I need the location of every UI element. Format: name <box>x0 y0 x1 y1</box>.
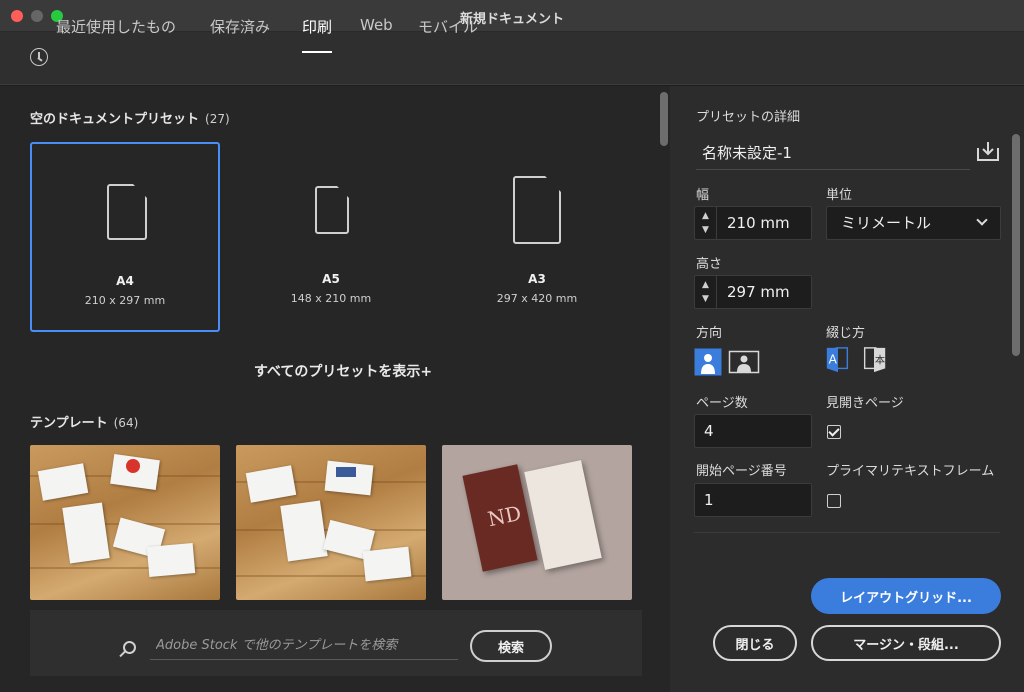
orientation-label: 方向 <box>696 326 723 341</box>
save-preset-icon[interactable] <box>976 140 1000 162</box>
stock-search-input[interactable] <box>150 632 458 660</box>
templates-count: (64) <box>113 416 139 430</box>
templates-title: テンプレート <box>30 416 108 431</box>
template-business-card-2[interactable] <box>236 445 426 600</box>
tab-web[interactable]: Web <box>360 16 393 53</box>
blank-presets-title: 空のドキュメントプリセット <box>30 112 200 127</box>
preset-details-panel: プリセットの詳細 名称未設定-1 幅 ▲ ▼ 210 mm 単位 ミリメートル 高… <box>670 86 1024 692</box>
blank-presets-count: (27) <box>205 112 230 126</box>
preset-name: A3 <box>528 272 546 286</box>
preset-browser-scrollbar[interactable] <box>660 92 668 146</box>
show-all-presets-link[interactable]: すべてのプリセットを表示+ <box>0 361 686 381</box>
margins-columns-button[interactable]: マージン・段組... <box>811 625 1001 661</box>
svg-text:A: A <box>829 353 838 367</box>
preset-details-heading: プリセットの詳細 <box>696 110 801 125</box>
business-card <box>324 460 374 496</box>
tab-saved[interactable]: 保存済み <box>210 16 270 53</box>
preset-name: A4 <box>116 274 134 288</box>
page-count-field[interactable]: 4 <box>694 414 812 448</box>
width-value: 210 mm <box>727 214 790 232</box>
document-fold-icon <box>545 176 561 192</box>
landscape-orientation-icon[interactable] <box>728 348 760 376</box>
card-monogram: ND <box>485 500 524 532</box>
business-card <box>245 465 297 503</box>
start-page-label: 開始ページ番号 <box>696 464 787 479</box>
preset-size: 210 x 297 mm <box>84 294 166 307</box>
templates-heading: テンプレート (64) <box>30 412 138 431</box>
business-card <box>362 546 412 582</box>
width-stepper[interactable]: ▲ ▼ <box>695 207 717 239</box>
page-count-label: ページ数 <box>696 396 748 411</box>
tab-recent[interactable]: 最近使用したもの <box>56 16 176 53</box>
width-label: 幅 <box>696 188 710 203</box>
red-sun-mark <box>126 459 140 473</box>
primary-text-frame-checkbox[interactable] <box>827 494 841 508</box>
search-button[interactable]: 検索 <box>470 630 552 662</box>
preset-browser: 空のドキュメントプリセット (27) A4 210 x 297 mm A5 148… <box>0 86 670 692</box>
primary-text-frame-label: プライマリテキストフレーム <box>826 464 995 479</box>
document-name-field[interactable]: 名称未設定-1 <box>696 138 970 170</box>
unit-label: 単位 <box>826 188 853 203</box>
blank-presets-heading: 空のドキュメントプリセット (27) <box>30 108 230 127</box>
height-stepper[interactable]: ▲ ▼ <box>695 276 717 308</box>
preset-size: 148 x 210 mm <box>290 292 372 305</box>
chevron-down-icon <box>976 214 988 226</box>
business-card <box>280 500 328 562</box>
binding-label: 綴じ方 <box>826 326 866 341</box>
divider <box>694 532 1000 533</box>
details-scrollbar[interactable] <box>1012 134 1020 356</box>
business-card <box>62 502 110 564</box>
template-business-card-3[interactable]: ND <box>442 445 632 600</box>
start-page-field[interactable]: 1 <box>694 483 812 517</box>
document-fold-icon <box>133 184 147 198</box>
preset-name: A5 <box>322 272 340 286</box>
tab-print[interactable]: 印刷 <box>302 16 333 53</box>
blue-mountain-mark <box>336 467 356 477</box>
facing-pages-checkbox[interactable] <box>827 425 841 439</box>
preset-a3[interactable]: A3 297 x 420 mm <box>442 142 632 332</box>
height-label: 高さ <box>696 257 723 272</box>
facing-pages-label: 見開きページ <box>826 396 904 411</box>
search-icon <box>123 641 136 654</box>
document-fold-icon <box>337 186 349 198</box>
clock-icon <box>30 48 48 66</box>
tab-mobile[interactable]: モバイル <box>418 16 478 53</box>
stock-search-bar: 検索 <box>30 610 642 676</box>
portrait-orientation-icon[interactable] <box>694 348 722 376</box>
left-to-right-binding-icon[interactable]: A <box>824 346 852 374</box>
business-card <box>146 543 196 577</box>
template-business-card-1[interactable] <box>30 445 220 600</box>
preset-size: 297 x 420 mm <box>496 292 578 305</box>
height-field[interactable]: ▲ ▼ 297 mm <box>694 275 812 309</box>
unit-select[interactable]: ミリメートル <box>826 206 1001 240</box>
unit-value: ミリメートル <box>841 214 932 232</box>
height-value: 297 mm <box>727 283 790 301</box>
preset-a4[interactable]: A4 210 x 297 mm <box>30 142 220 332</box>
right-to-left-binding-icon[interactable]: 本 <box>860 346 888 374</box>
business-card <box>37 463 89 501</box>
svg-text:本: 本 <box>875 354 885 367</box>
preset-a5[interactable]: A5 148 x 210 mm <box>236 142 426 332</box>
width-field[interactable]: ▲ ▼ 210 mm <box>694 206 812 240</box>
close-button[interactable]: 閉じる <box>713 625 797 661</box>
layout-grid-button[interactable]: レイアウトグリッド... <box>811 578 1001 614</box>
